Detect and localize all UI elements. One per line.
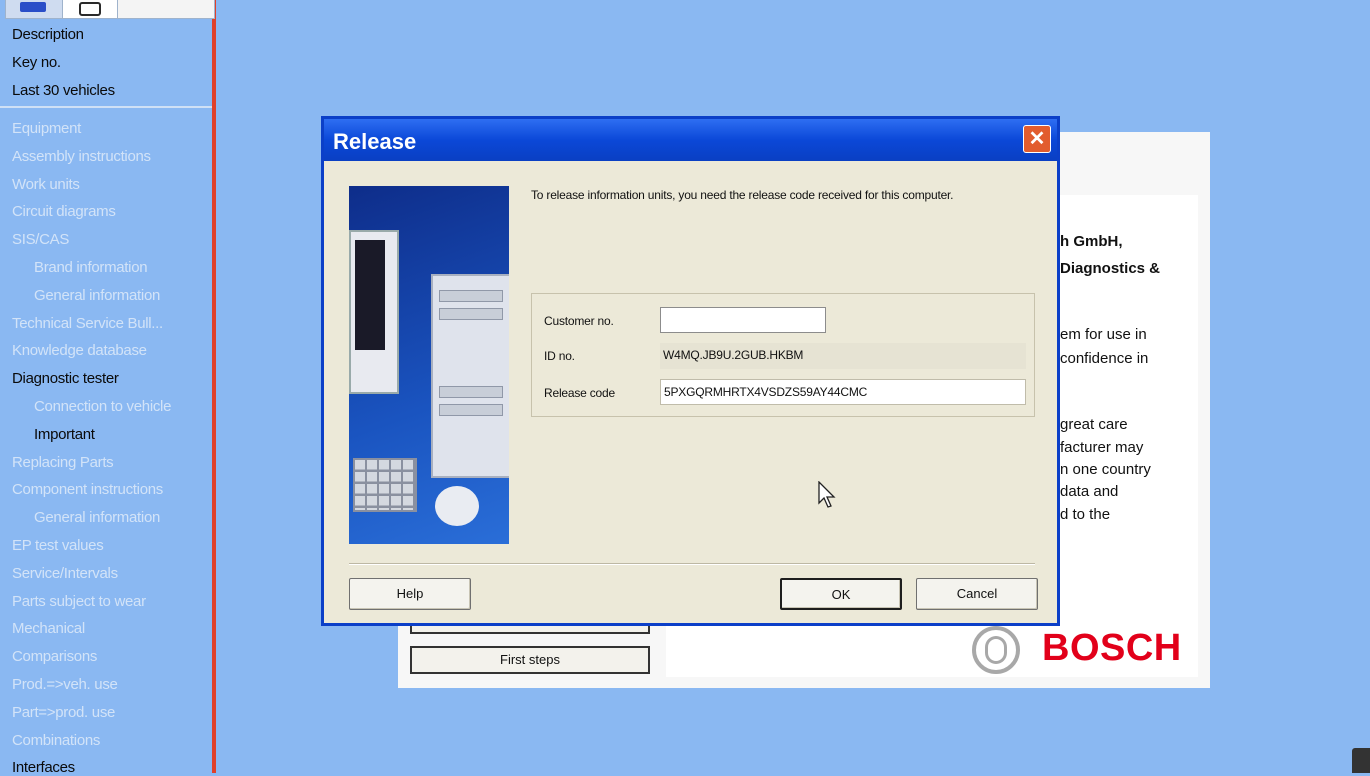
background-text-line: data and [1060, 483, 1119, 500]
mouse-illustration [435, 486, 479, 526]
sidebar-item[interactable]: Parts subject to wear [12, 593, 146, 610]
release-fields: Customer no. ID no. W4MQ.JB9U.2GUB.HKBM … [531, 293, 1035, 417]
bosch-logo-icon [972, 626, 1020, 674]
id-no-label: ID no. [544, 349, 575, 363]
background-text-line: em for use in [1060, 326, 1147, 343]
dialog-titlebar[interactable]: Release ✕ [324, 119, 1057, 161]
bosch-brand-text: BOSCH [1042, 627, 1182, 669]
sidebar-item[interactable]: Diagnostic tester [12, 370, 119, 387]
sidebar-item[interactable]: General information [34, 287, 160, 304]
sidebar-item[interactable]: Connection to vehicle [34, 398, 171, 415]
sidebar-item-description[interactable]: Description [12, 26, 84, 43]
dialog-title: Release [333, 129, 417, 154]
sidebar-item[interactable]: Combinations [12, 732, 100, 749]
sidebar-tabstrip [0, 0, 216, 20]
first-steps-button[interactable]: First steps [410, 646, 650, 674]
ok-button[interactable]: OK [780, 578, 902, 610]
id-no-value: W4MQ.JB9U.2GUB.HKBM [660, 343, 1026, 369]
background-text-line: confidence in [1060, 350, 1149, 367]
sidebar-item[interactable]: EP test values [12, 537, 104, 554]
pc-tower-illustration [431, 274, 509, 478]
sidebar-item[interactable]: Work units [12, 176, 80, 193]
background-text-line: n one country [1060, 461, 1151, 478]
sidebar-item-key-no[interactable]: Key no. [12, 54, 61, 71]
sidebar-item[interactable]: Knowledge database [12, 342, 147, 359]
release-code-input[interactable]: 5PXGQRMHRTX4VSDZS59AY44CMC [660, 379, 1026, 405]
sidebar-item[interactable]: Technical Service Bull... [12, 315, 163, 332]
customer-no-input[interactable] [660, 307, 826, 333]
sidebar-item[interactable]: Replacing Parts [12, 454, 114, 471]
sidebar-item[interactable]: Prod.=>veh. use [12, 676, 118, 693]
corner-overlay [1352, 748, 1370, 773]
background-text-line: great care [1060, 416, 1128, 433]
release-dialog: Release ✕ To release information units, … [321, 116, 1060, 626]
sidebar-item[interactable]: Equipment [12, 120, 81, 137]
close-button[interactable]: ✕ [1023, 125, 1051, 153]
background-text-line: Diagnostics & [1060, 260, 1161, 277]
dialog-separator [349, 563, 1035, 565]
sidebar-item[interactable]: Interfaces [12, 759, 75, 776]
sidebar-item[interactable]: Part=>prod. use [12, 704, 115, 721]
background-text-line: facturer may [1060, 439, 1144, 456]
customer-no-label: Customer no. [544, 314, 614, 328]
release-code-label: Release code [544, 386, 615, 400]
computer-illustration [349, 186, 509, 544]
sidebar-item[interactable]: Assembly instructions [12, 148, 151, 165]
sidebar-item[interactable]: Brand information [34, 259, 148, 276]
monitor-illustration [349, 230, 399, 394]
tab-vehicle[interactable] [5, 0, 63, 19]
sidebar-item-last-30-vehicles[interactable]: Last 30 vehicles [12, 82, 115, 99]
tab-search[interactable] [62, 0, 118, 19]
help-button[interactable]: Help [349, 578, 471, 610]
sidebar-item[interactable]: Comparisons [12, 648, 97, 665]
sidebar-item[interactable]: Important [34, 426, 95, 443]
cancel-button[interactable]: Cancel [916, 578, 1038, 610]
search-icon [79, 2, 101, 16]
sidebar-item[interactable]: Mechanical [12, 620, 85, 637]
sidebar-item[interactable]: Component instructions [12, 481, 163, 498]
keyboard-illustration [353, 458, 417, 512]
sidebar-top-list: Description Key no. Last 30 vehicles [0, 20, 212, 108]
sidebar-item[interactable]: Service/Intervals [12, 565, 118, 582]
instructions-text: To release information units, you need t… [531, 188, 954, 202]
sidebar: Description Key no. Last 30 vehicles Equ… [0, 0, 216, 776]
mouse-cursor-icon [818, 481, 836, 508]
sidebar-item[interactable]: SIS/CAS [12, 231, 69, 248]
sidebar-item[interactable]: Circuit diagrams [12, 203, 116, 220]
background-text-line: h GmbH, [1060, 233, 1123, 250]
tab-empty[interactable] [117, 0, 215, 19]
background-text-line: d to the [1060, 506, 1111, 523]
sidebar-item[interactable]: General information [34, 509, 160, 526]
car-icon [20, 2, 46, 12]
